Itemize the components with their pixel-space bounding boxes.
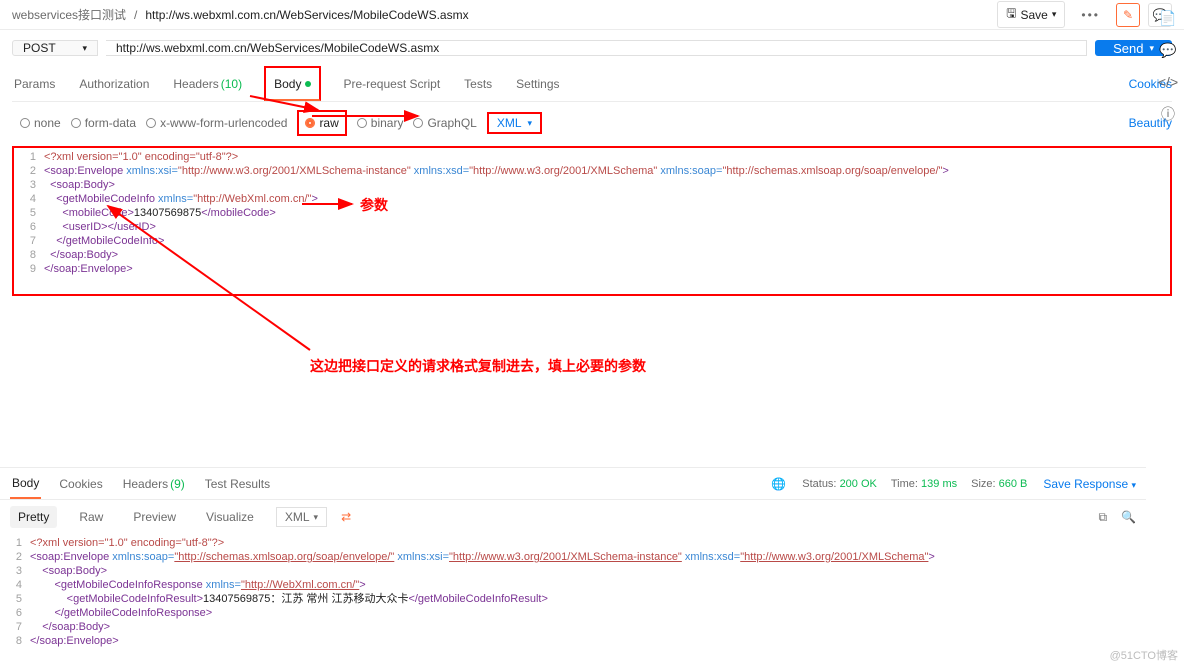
radio-raw[interactable]: raw (297, 110, 346, 136)
response-lang-select[interactable]: XML▾ (276, 507, 327, 527)
tab-body[interactable]: Body (264, 66, 321, 101)
breadcrumb-collection[interactable]: webservices接口测试 (12, 6, 126, 23)
size-value: 660 B (999, 478, 1028, 490)
watermark: @51CTO博客 (1110, 647, 1178, 663)
view-pretty[interactable]: Pretty (10, 506, 57, 528)
tab-headers[interactable]: Headers (10) (171, 66, 244, 101)
dot-indicator (305, 81, 311, 87)
radio-graphql[interactable]: GraphQL (413, 116, 476, 130)
resp-tab-headers[interactable]: Headers (9) (121, 468, 187, 499)
save-label: Save (1021, 8, 1048, 22)
response-panel: Body Cookies Headers (9) Test Results 🌐 … (0, 467, 1146, 667)
radio-none[interactable]: none (20, 116, 61, 130)
wrap-lines-icon[interactable]: ⇄ (341, 510, 351, 524)
view-raw[interactable]: Raw (71, 506, 111, 528)
tab-authorization[interactable]: Authorization (77, 66, 151, 101)
breadcrumb-sep: / (134, 8, 137, 22)
chevron-down-icon: ▾ (82, 43, 87, 54)
main-content: POST ▾ http://ws.webxml.com.cn/WebServic… (0, 30, 1184, 296)
info-pane-icon[interactable]: ⓘ (1158, 104, 1178, 124)
chevron-down-icon: ▾ (528, 118, 533, 129)
tab-prerequest[interactable]: Pre-request Script (341, 66, 442, 101)
annotation-copybody: 这边把接口定义的请求格式复制进去，填上必要的参数 (310, 356, 646, 376)
documentation-icon[interactable]: 📄 (1158, 8, 1178, 28)
view-visualize[interactable]: Visualize (198, 506, 262, 528)
comments-pane-icon[interactable]: 💬 (1158, 40, 1178, 60)
breadcrumb-request[interactable]: http://ws.webxml.com.cn/WebServices/Mobi… (145, 8, 468, 22)
send-label: Send (1113, 41, 1143, 56)
response-body[interactable]: 12345678 <?xml version="1.0" encoding="u… (0, 534, 1146, 667)
line-gutter: 12345678 (0, 536, 30, 648)
view-preview[interactable]: Preview (125, 506, 184, 528)
save-button[interactable]: 🖫 Save ▾ (997, 1, 1065, 28)
method-value: POST (23, 41, 56, 55)
method-select[interactable]: POST ▾ (12, 40, 98, 56)
copy-icon[interactable]: ⧉ (1098, 510, 1107, 525)
right-sidebar: 📄 💬 </> ⓘ (1158, 8, 1178, 124)
resp-tab-body[interactable]: Body (10, 468, 41, 499)
chevron-down-icon: ▾ (1149, 43, 1154, 54)
more-actions-button[interactable]: ••• (1073, 6, 1108, 24)
response-tabs: Body Cookies Headers (9) Test Results 🌐 … (0, 468, 1146, 500)
chevron-down-icon: ▾ (1052, 9, 1057, 20)
save-response-button[interactable]: Save Response ▾ (1043, 477, 1136, 491)
time-value: 139 ms (921, 478, 957, 490)
search-icon[interactable]: 🔍 (1121, 510, 1136, 524)
code-pane-icon[interactable]: </> (1158, 72, 1178, 92)
resp-tab-cookies[interactable]: Cookies (57, 468, 104, 499)
request-body-editor[interactable]: 123456789 <?xml version="1.0" encoding="… (12, 146, 1172, 296)
radio-urlencoded[interactable]: x-www-form-urlencoded (146, 116, 287, 130)
tab-settings[interactable]: Settings (514, 66, 561, 101)
resp-tab-tests[interactable]: Test Results (203, 468, 272, 499)
save-icon: 🖫 (1006, 4, 1016, 25)
globe-icon[interactable]: 🌐 (771, 477, 786, 491)
body-type-row: none form-data x-www-form-urlencoded raw… (12, 102, 1172, 144)
line-gutter: 123456789 (14, 150, 44, 276)
status-value: 200 OK (840, 478, 877, 490)
code-lines: <?xml version="1.0" encoding="utf-8"?> <… (30, 536, 1146, 648)
tab-params[interactable]: Params (12, 66, 57, 101)
response-view-options: Pretty Raw Preview Visualize XML▾ ⇄ ⧉ 🔍 (0, 500, 1146, 534)
code-lines: <?xml version="1.0" encoding="utf-8"?> <… (44, 150, 1170, 276)
radio-binary[interactable]: binary (357, 116, 404, 130)
top-bar: webservices接口测试 / http://ws.webxml.com.c… (0, 0, 1184, 30)
pencil-icon: ✎ (1123, 8, 1133, 22)
request-tabs: Params Authorization Headers (10) Body P… (12, 66, 1172, 102)
tab-tests[interactable]: Tests (462, 66, 494, 101)
edit-icon-button[interactable]: ✎ (1116, 3, 1140, 27)
body-lang-select[interactable]: XML▾ (487, 112, 542, 134)
url-input[interactable]: http://ws.webxml.com.cn/WebServices/Mobi… (106, 40, 1087, 56)
request-url-row: POST ▾ http://ws.webxml.com.cn/WebServic… (12, 30, 1172, 66)
radio-formdata[interactable]: form-data (71, 116, 136, 130)
